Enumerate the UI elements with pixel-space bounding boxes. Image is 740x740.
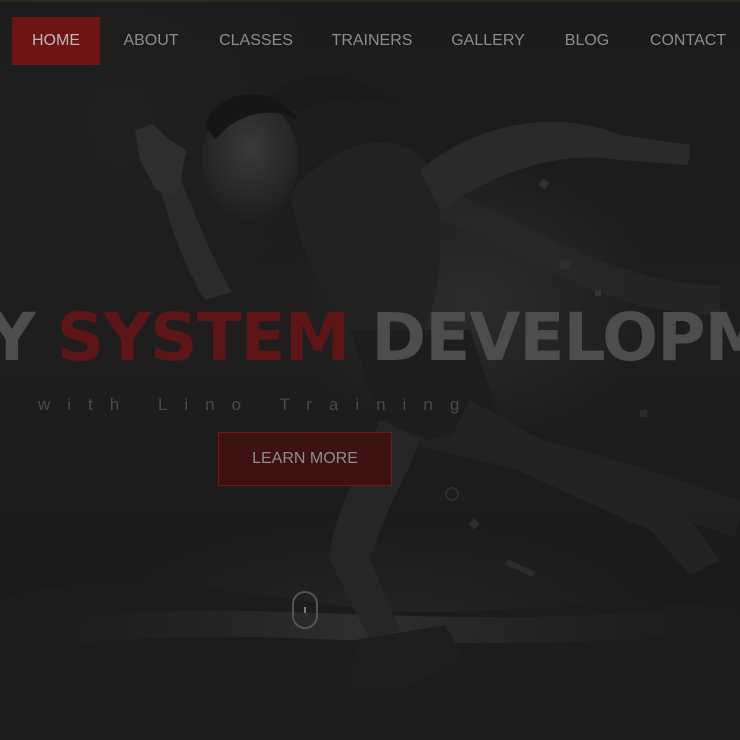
hero-subline: with Lino Training bbox=[38, 395, 477, 414]
scroll-wheel bbox=[304, 607, 306, 613]
headline-end: DEVELOPME bbox=[371, 299, 740, 376]
mouse-scroll-icon[interactable] bbox=[292, 591, 318, 629]
headline-start: Y bbox=[0, 299, 36, 376]
nav-item-trainers[interactable]: TRAINERS bbox=[326, 17, 418, 65]
nav-item-classes[interactable]: CLASSES bbox=[214, 17, 298, 65]
nav-item-gallery[interactable]: GALLERY bbox=[445, 17, 531, 65]
learn-more-button[interactable]: LEARN MORE bbox=[218, 432, 392, 486]
hero-headline: Y SYSTEM DEVELOPME bbox=[0, 293, 740, 383]
nav-item-contact[interactable]: CONTACT bbox=[643, 17, 733, 65]
nav-item-home[interactable]: HOME bbox=[12, 17, 100, 65]
headline-accent: SYSTEM bbox=[56, 299, 351, 376]
nav-item-blog[interactable]: BLOG bbox=[557, 17, 617, 65]
main-navigation: HOME ABOUT CLASSES TRAINERS GALLERY BLOG… bbox=[0, 17, 740, 65]
hero-section: HOME ABOUT CLASSES TRAINERS GALLERY BLOG… bbox=[0, 0, 740, 740]
nav-item-about[interactable]: ABOUT bbox=[115, 17, 187, 65]
